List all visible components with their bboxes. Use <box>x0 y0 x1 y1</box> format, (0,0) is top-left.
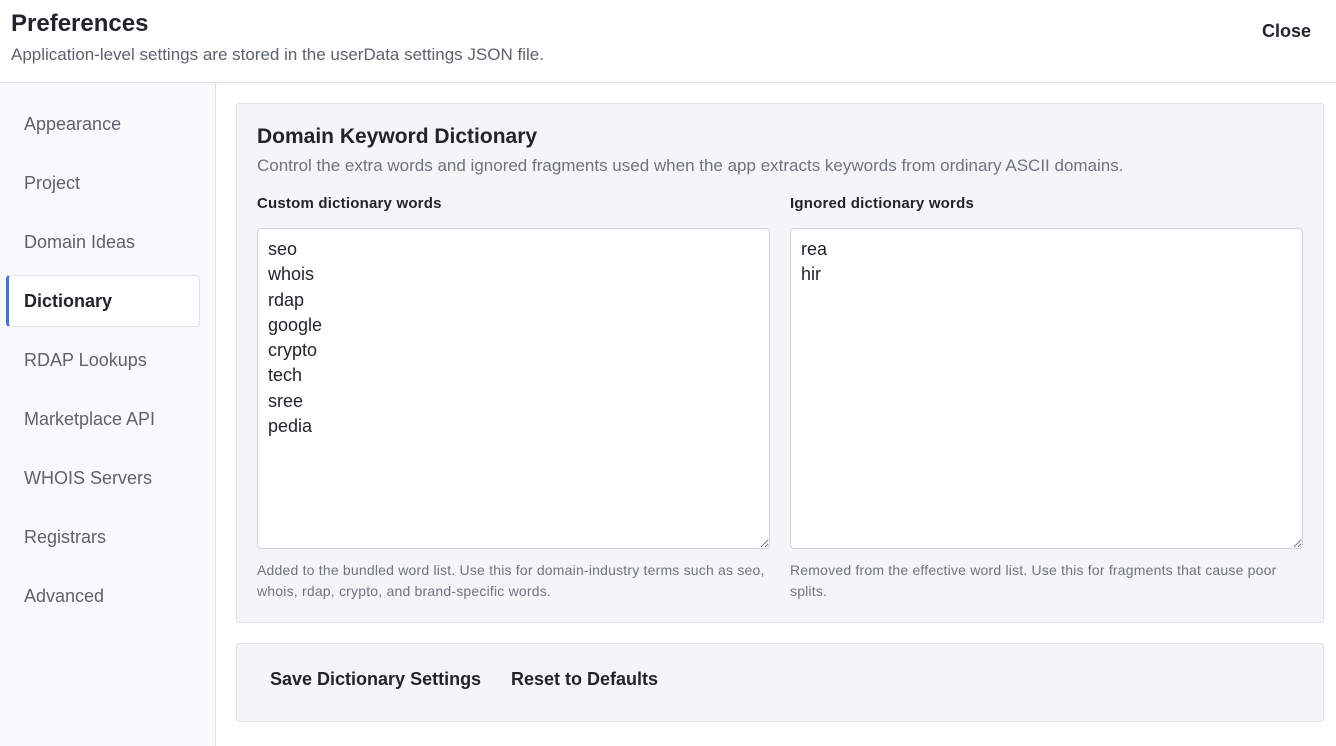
close-button[interactable]: Close <box>1262 19 1311 44</box>
actions-bar: Save Dictionary Settings Reset to Defaul… <box>236 643 1324 722</box>
dictionary-card: Domain Keyword Dictionary Control the ex… <box>236 103 1324 623</box>
sidebar-item-dictionary[interactable]: Dictionary <box>6 275 200 327</box>
sidebar-item-domain-ideas[interactable]: Domain Ideas <box>6 216 200 268</box>
custom-words-textarea[interactable]: seo whois rdap google crypto tech sree p… <box>257 228 770 549</box>
sidebar-item-appearance[interactable]: Appearance <box>6 98 200 150</box>
page-title: Preferences <box>11 10 149 37</box>
custom-words-label: Custom dictionary words <box>257 195 442 212</box>
sidebar-item-whois-servers[interactable]: WHOIS Servers <box>6 452 200 504</box>
page-subtitle: Application-level settings are stored in… <box>11 45 544 64</box>
section-title: Domain Keyword Dictionary <box>257 125 538 148</box>
sidebar-item-project[interactable]: Project <box>6 157 200 209</box>
custom-words-help: Added to the bundled word list. Use this… <box>257 562 765 599</box>
sidebar-item-advanced[interactable]: Advanced <box>6 570 200 622</box>
reset-defaults-button[interactable]: Reset to Defaults <box>511 669 658 690</box>
ignored-words-textarea[interactable]: rea hir <box>790 228 1303 549</box>
sidebar-item-marketplace-api[interactable]: Marketplace API <box>6 393 200 445</box>
ignored-words-help: Removed from the effective word list. Us… <box>790 562 1277 599</box>
preferences-sidebar: Appearance Project Domain Ideas Dictiona… <box>0 83 216 746</box>
ignored-words-label: Ignored dictionary words <box>790 195 974 212</box>
section-description: Control the extra words and ignored frag… <box>257 156 1124 175</box>
preferences-header: Preferences Application-level settings a… <box>0 0 1336 83</box>
sidebar-item-rdap-lookups[interactable]: RDAP Lookups <box>6 334 200 386</box>
sidebar-item-registrars[interactable]: Registrars <box>6 511 200 563</box>
save-dictionary-button[interactable]: Save Dictionary Settings <box>270 669 481 690</box>
